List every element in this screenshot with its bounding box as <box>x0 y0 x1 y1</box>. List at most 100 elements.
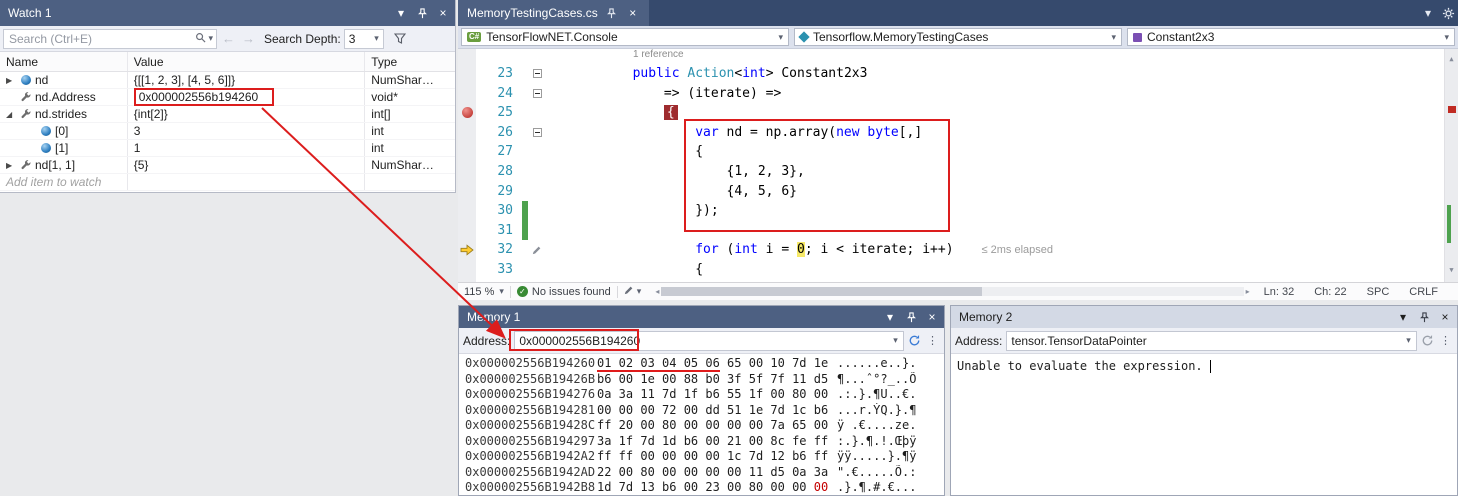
glyph-margin[interactable] <box>458 182 476 202</box>
code-line[interactable]: 25{ <box>458 103 1458 123</box>
close-icon[interactable]: × <box>1438 311 1452 323</box>
scrollbar-track[interactable] <box>661 287 1243 296</box>
pin-icon[interactable] <box>415 8 429 19</box>
memory2-address-combo[interactable]: ▾ <box>1006 331 1417 351</box>
search-back-icon[interactable]: ← <box>220 31 237 46</box>
search-forward-icon[interactable]: → <box>240 31 257 46</box>
memory-row[interactable]: 0x000002556B19428Cff 20 00 80 00 00 00 0… <box>465 418 944 434</box>
watch-row[interactable]: [1]1int <box>0 140 455 157</box>
code-editor[interactable]: 1 reference23public Action<int> Constant… <box>458 49 1458 282</box>
annotate-control[interactable]: ▾ <box>624 285 642 298</box>
fold-icon[interactable] <box>528 64 546 84</box>
collapse-icon[interactable]: ◢ <box>6 106 16 122</box>
code-line[interactable]: 28{1, 2, 3}, <box>458 162 1458 182</box>
memory2-content[interactable]: Unable to evaluate the expression. <box>951 354 1457 495</box>
code-line[interactable]: 33{ <box>458 260 1458 280</box>
code-line[interactable]: 26var nd = np.array(new byte[,] <box>458 123 1458 143</box>
glyph-margin[interactable] <box>458 201 476 221</box>
toolbar-overflow-icon[interactable]: ⋮ <box>1438 334 1453 347</box>
glyph-margin[interactable] <box>458 84 476 104</box>
column-header-type[interactable]: Type <box>365 52 455 71</box>
memory-row[interactable]: 0x000002556B1942760a 3a 11 7d 1f b6 55 1… <box>465 387 944 403</box>
watch-row[interactable]: ▶nd[1, 1]{5}NumShar… <box>0 157 455 174</box>
project-dropdown[interactable]: C# TensorFlowNET.Console ▾ <box>461 28 789 46</box>
column-header-value[interactable]: Value <box>128 52 365 71</box>
window-position-chevron-icon[interactable]: ▾ <box>394 7 408 19</box>
codelens-references[interactable]: 1 reference <box>458 49 1458 64</box>
gear-icon[interactable] <box>1441 7 1455 20</box>
chevron-down-icon[interactable]: ▾ <box>1401 335 1416 346</box>
memory-row[interactable]: 0x000002556B19426001 02 03 04 05 06 65 0… <box>465 356 944 372</box>
chevron-down-icon[interactable]: ▾ <box>888 335 903 346</box>
watch-add-row[interactable]: Add item to watch <box>0 174 455 191</box>
glyph-margin[interactable] <box>458 64 476 84</box>
memory2-address-input[interactable] <box>1007 334 1401 348</box>
vertical-scrollbar[interactable]: ▲ ▼ <box>1444 49 1458 282</box>
close-icon[interactable]: × <box>626 7 640 19</box>
code-line[interactable]: 30}); <box>458 201 1458 221</box>
pin-icon[interactable] <box>904 312 918 323</box>
document-health-indicator[interactable]: ✓ No issues found <box>517 286 611 298</box>
pin-icon[interactable] <box>1417 312 1431 323</box>
code-line[interactable]: 32for (int i = 0; i < iterate; i++)≤ 2ms… <box>458 240 1458 260</box>
memory1-title-bar[interactable]: Memory 1 ▾ × <box>459 306 944 328</box>
scroll-down-icon[interactable]: ▼ <box>1445 261 1458 281</box>
watch-row[interactable]: ▶nd{[[1, 2, 3], [4, 5, 6]]}NumShar… <box>0 72 455 89</box>
memory1-address-combo[interactable]: ▾ <box>514 331 904 351</box>
glyph-margin[interactable] <box>458 260 476 280</box>
toolbar-overflow-icon[interactable]: ⋮ <box>925 334 940 347</box>
search-depth-select[interactable]: 3 ▾ <box>344 29 384 49</box>
fold-icon[interactable] <box>528 84 546 104</box>
memory-row[interactable]: 0x000002556B1942B81d 7d 13 b6 00 23 00 8… <box>465 480 944 495</box>
breakpoint-icon[interactable] <box>458 103 476 123</box>
watch-row[interactable]: nd.Address0x000002556b194260void* <box>0 89 455 106</box>
tab-memorytestingcases[interactable]: MemoryTestingCases.cs × <box>458 0 649 26</box>
search-options-chevron-icon[interactable]: ▾ <box>208 33 213 44</box>
column-header-name[interactable]: Name <box>0 52 128 71</box>
glyph-margin[interactable] <box>458 162 476 182</box>
watch-title-bar[interactable]: Watch 1 ▾ × <box>0 0 455 26</box>
code-line[interactable]: 27{ <box>458 142 1458 162</box>
code-line[interactable]: 29{4, 5, 6} <box>458 182 1458 202</box>
tab-list-chevron-icon[interactable]: ▾ <box>1421 7 1435 19</box>
memory2-title-bar[interactable]: Memory 2 ▾ × <box>951 306 1457 328</box>
watch-row[interactable]: ◢nd.strides{int[2]}int[] <box>0 106 455 123</box>
close-icon[interactable]: × <box>436 7 450 19</box>
memory-rows[interactable]: 0x000002556B19426001 02 03 04 05 06 65 0… <box>459 354 944 495</box>
filter-icon[interactable] <box>394 33 406 44</box>
close-icon[interactable]: × <box>925 311 939 323</box>
memory-row[interactable]: 0x000002556B19426Bb6 00 1e 00 88 b0 3f 5… <box>465 372 944 388</box>
memory-row[interactable]: 0x000002556B1942AD22 00 80 00 00 00 00 1… <box>465 465 944 481</box>
scroll-left-icon[interactable]: ◂ <box>655 287 659 296</box>
window-position-chevron-icon[interactable]: ▾ <box>883 311 897 323</box>
memory-row[interactable]: 0x000002556B19428100 00 00 72 00 dd 51 1… <box>465 403 944 419</box>
code-line[interactable]: 24=> (iterate) => <box>458 84 1458 104</box>
scroll-up-icon[interactable]: ▲ <box>1445 50 1458 70</box>
refresh-icon[interactable] <box>908 334 921 347</box>
watch-search-box[interactable]: ▾ <box>3 29 217 49</box>
memory1-address-input[interactable] <box>515 334 888 348</box>
type-dropdown[interactable]: Tensorflow.MemoryTestingCases ▾ <box>794 28 1122 46</box>
search-input[interactable] <box>7 31 193 47</box>
arrow-icon[interactable] <box>458 240 476 260</box>
scroll-right-icon[interactable]: ▸ <box>1246 287 1250 296</box>
window-position-chevron-icon[interactable]: ▾ <box>1396 311 1410 323</box>
pin-icon[interactable] <box>605 8 619 19</box>
expand-icon[interactable]: ▶ <box>6 157 16 173</box>
horizontal-scrollbar[interactable]: ◂ ▸ <box>655 287 1249 296</box>
glyph-margin[interactable] <box>458 142 476 162</box>
code-line[interactable]: 31 <box>458 221 1458 241</box>
refresh-icon[interactable] <box>1421 334 1434 347</box>
watch-row[interactable]: [0]3int <box>0 123 455 140</box>
code-line[interactable]: 23public Action<int> Constant2x3 <box>458 64 1458 84</box>
memory-row[interactable]: 0x000002556B1942A2ff ff 00 00 00 00 1c 7… <box>465 449 944 465</box>
expand-icon[interactable]: ▶ <box>6 72 16 88</box>
search-icon[interactable] <box>195 32 206 46</box>
zoom-select[interactable]: 115 % ▾ <box>464 286 504 298</box>
glyph-margin[interactable] <box>458 123 476 143</box>
member-dropdown[interactable]: Constant2x3 ▾ <box>1127 28 1455 46</box>
fold-icon[interactable] <box>528 123 546 143</box>
scrollbar-thumb[interactable] <box>661 287 981 296</box>
memory-row[interactable]: 0x000002556B1942973a 1f 7d 1d b6 00 21 0… <box>465 434 944 450</box>
glyph-margin[interactable] <box>458 221 476 241</box>
